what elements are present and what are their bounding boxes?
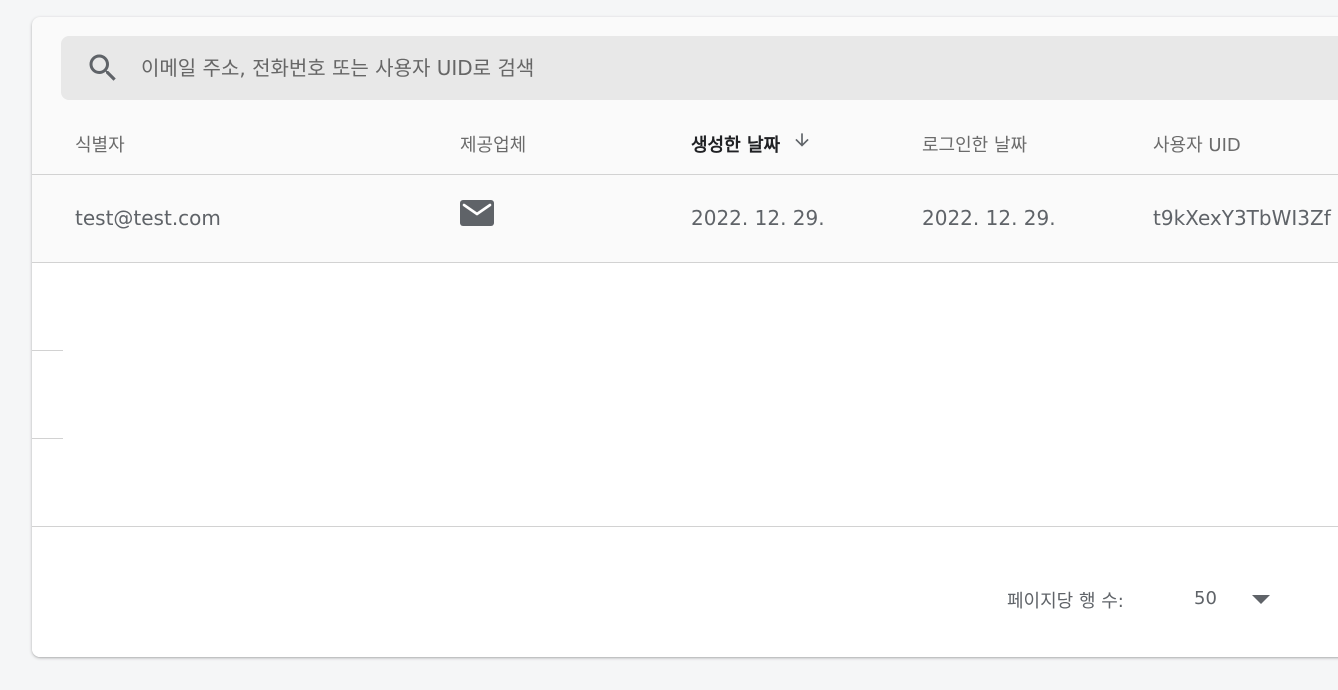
column-header-created-date[interactable]: 생성한 날짜	[691, 117, 812, 174]
arrow-down-icon[interactable]	[792, 116, 812, 173]
cell-user-uid: t9kXexY3TbWI3Zf	[1153, 206, 1331, 230]
column-header-signed-in-date[interactable]: 로그인한 날짜	[922, 117, 1027, 174]
email-icon	[460, 200, 494, 226]
column-header-label: 로그인한 날짜	[922, 135, 1028, 156]
users-table-card: 식별자 제공업체 생성한 날짜 로그인한 날짜 사용자 UID test@tes…	[32, 17, 1338, 657]
search-input[interactable]	[141, 36, 1241, 100]
cell-signed-in-date: 2022. 12. 29.	[922, 206, 1056, 230]
table-footer: 페이지당 행 수: 50	[32, 527, 1338, 657]
column-header-label: 생성한 날짜	[691, 135, 781, 156]
table-row[interactable]: test@test.com 2022. 12. 29. 2022. 12. 29…	[32, 175, 1338, 263]
cell-created-date: 2022. 12. 29.	[691, 206, 825, 230]
search-icon	[85, 50, 121, 86]
rows-per-page-select[interactable]: 50	[1182, 579, 1292, 619]
column-header-label: 제공업체	[460, 135, 527, 156]
column-header-identifier[interactable]: 식별자	[75, 117, 125, 174]
divider	[32, 350, 63, 351]
table-header: 식별자 제공업체 생성한 날짜 로그인한 날짜 사용자 UID	[32, 117, 1338, 175]
column-header-label: 식별자	[75, 135, 125, 156]
divider	[32, 438, 63, 439]
column-header-label: 사용자 UID	[1153, 135, 1241, 156]
column-header-user-uid[interactable]: 사용자 UID	[1153, 117, 1241, 174]
rows-per-page-label: 페이지당 행 수:	[1007, 591, 1124, 612]
rows-per-page-value: 50	[1194, 588, 1217, 609]
dropdown-arrow-icon	[1252, 595, 1270, 604]
search-bar[interactable]	[61, 36, 1338, 100]
cell-identifier: test@test.com	[75, 206, 221, 230]
table-empty-area	[32, 263, 1338, 527]
column-header-provider[interactable]: 제공업체	[460, 117, 526, 174]
